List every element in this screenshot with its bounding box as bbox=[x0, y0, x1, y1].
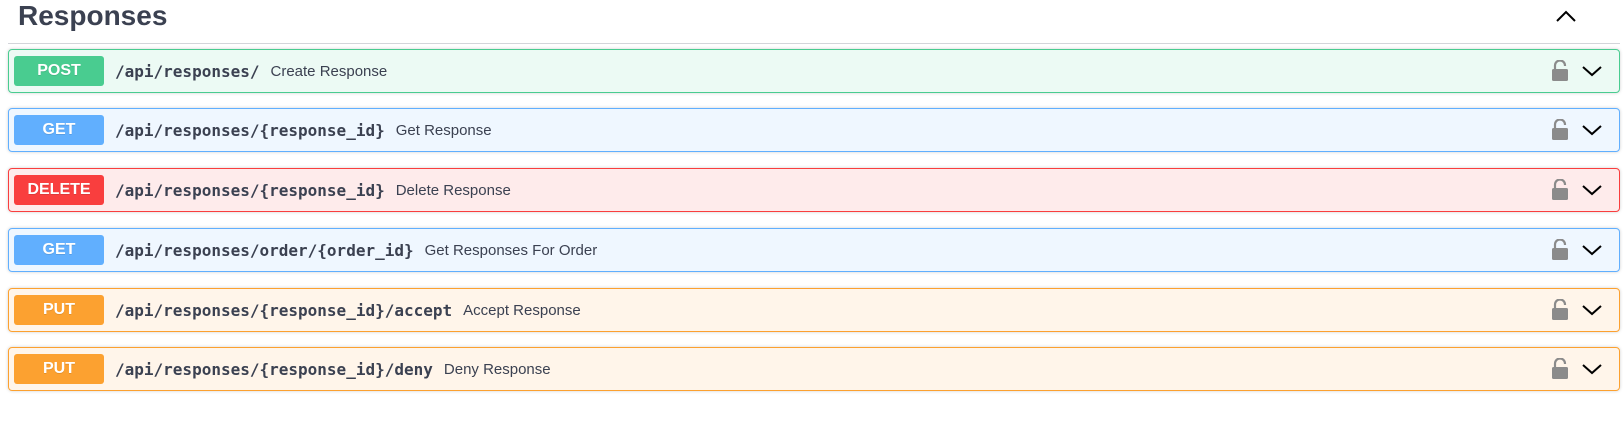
authorize-button[interactable] bbox=[1549, 58, 1571, 84]
collapse-section-button[interactable] bbox=[1546, 1, 1586, 31]
authorize-button[interactable] bbox=[1549, 237, 1571, 263]
operation-summary: Accept Response bbox=[463, 301, 581, 319]
operation-path: /api/responses/{response_id} bbox=[115, 120, 385, 140]
method-badge: GET bbox=[14, 115, 104, 145]
unlocked-padlock-icon bbox=[1552, 119, 1568, 140]
operation-path: /api/responses/{response_id}/accept bbox=[115, 300, 453, 320]
operation-create-response[interactable]: POST /api/responses/ Create Response bbox=[8, 49, 1620, 93]
section-title: Responses bbox=[18, 0, 168, 31]
unlocked-padlock-icon bbox=[1552, 60, 1568, 81]
chevron-down-icon bbox=[1582, 125, 1602, 136]
operation-path: /api/responses/{response_id}/deny bbox=[115, 359, 433, 379]
operation-path: /api/responses/order/{order_id} bbox=[115, 240, 414, 260]
authorize-button[interactable] bbox=[1549, 177, 1571, 203]
operation-summary: Create Response bbox=[270, 62, 388, 80]
operation-summary: Delete Response bbox=[395, 181, 511, 199]
chevron-down-icon bbox=[1582, 305, 1602, 316]
chevron-down-icon bbox=[1582, 66, 1602, 77]
expand-operation-button[interactable] bbox=[1579, 117, 1605, 143]
unlocked-padlock-icon bbox=[1552, 358, 1568, 379]
operation-accept-response[interactable]: PUT /api/responses/{response_id}/accept … bbox=[8, 288, 1620, 332]
authorize-button[interactable] bbox=[1549, 356, 1571, 382]
operation-path: /api/responses/ bbox=[115, 61, 260, 81]
authorize-button[interactable] bbox=[1549, 297, 1571, 323]
unlocked-padlock-icon bbox=[1552, 179, 1568, 200]
authorize-button[interactable] bbox=[1549, 117, 1571, 143]
operation-path: /api/responses/{response_id} bbox=[115, 180, 385, 200]
section-header[interactable]: Responses bbox=[8, 0, 1620, 44]
chevron-down-icon bbox=[1582, 185, 1602, 196]
method-badge: GET bbox=[14, 235, 104, 265]
unlocked-padlock-icon bbox=[1552, 299, 1568, 320]
expand-operation-button[interactable] bbox=[1579, 177, 1605, 203]
method-badge: PUT bbox=[14, 354, 104, 384]
operation-summary: Get Responses For Order bbox=[424, 241, 598, 259]
expand-operation-button[interactable] bbox=[1579, 297, 1605, 323]
operation-get-response[interactable]: GET /api/responses/{response_id} Get Res… bbox=[8, 108, 1620, 152]
unlocked-padlock-icon bbox=[1552, 239, 1568, 260]
operation-summary: Get Response bbox=[395, 121, 492, 139]
operation-delete-response[interactable]: DELETE /api/responses/{response_id} Dele… bbox=[8, 168, 1620, 212]
chevron-down-icon bbox=[1582, 364, 1602, 375]
expand-operation-button[interactable] bbox=[1579, 356, 1605, 382]
operation-get-responses-for-order[interactable]: GET /api/responses/order/{order_id} Get … bbox=[8, 228, 1620, 272]
expand-operation-button[interactable] bbox=[1579, 58, 1605, 84]
method-badge: DELETE bbox=[14, 175, 104, 205]
operation-deny-response[interactable]: PUT /api/responses/{response_id}/deny De… bbox=[8, 347, 1620, 391]
chevron-down-icon bbox=[1582, 245, 1602, 256]
method-badge: PUT bbox=[14, 295, 104, 325]
method-badge: POST bbox=[14, 56, 104, 86]
expand-operation-button[interactable] bbox=[1579, 237, 1605, 263]
chevron-up-icon bbox=[1556, 10, 1576, 22]
operation-summary: Deny Response bbox=[443, 360, 551, 378]
